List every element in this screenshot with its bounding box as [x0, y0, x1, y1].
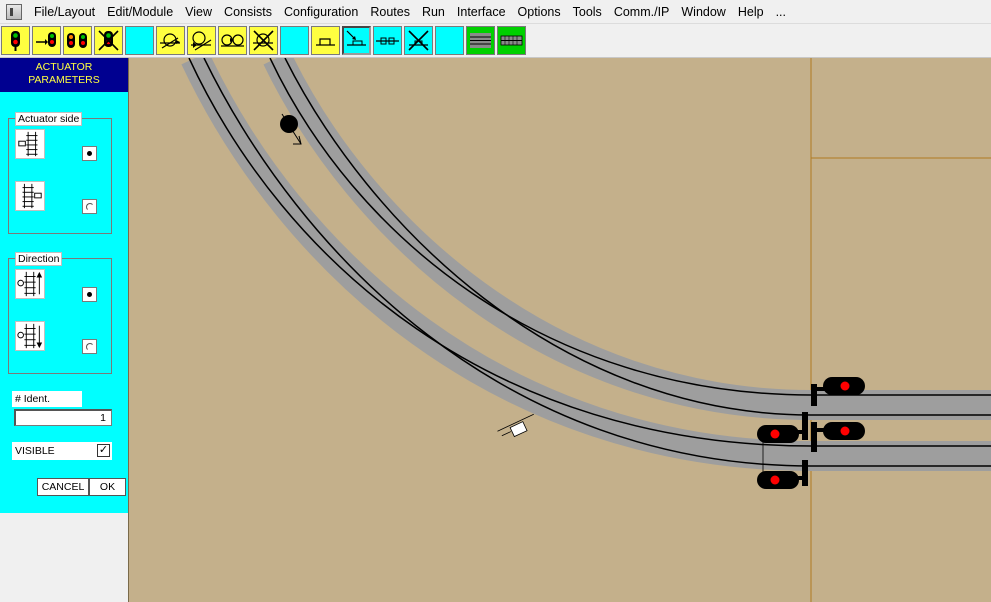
toolbar [0, 24, 991, 58]
turnout-double-tool-button[interactable] [218, 26, 247, 55]
turnout-delete-icon [253, 30, 274, 51]
track-panel-icon [500, 35, 523, 46]
ident-label: # Ident. [12, 391, 82, 407]
actuator-delete-tool-button[interactable] [404, 26, 433, 55]
actuator-parameters-panel: ACTUATOR PARAMETERS Actuator side Direct… [0, 58, 128, 513]
panel-empty-area [0, 513, 128, 602]
signal-block-tool-button[interactable] [32, 26, 61, 55]
menu-options[interactable]: Options [512, 0, 567, 24]
menu-view[interactable]: View [179, 0, 218, 24]
blank-tool-3-button[interactable] [435, 26, 464, 55]
turnout-delete-tool-button[interactable] [249, 26, 278, 55]
menu-consists[interactable]: Consists [218, 0, 278, 24]
visible-checkbox[interactable]: ✓ [97, 444, 110, 457]
turnout-motor-2-tool-button[interactable] [187, 26, 216, 55]
signal-2-aspect-icon [11, 31, 20, 51]
panel-title-line-2: PARAMETERS [28, 74, 100, 86]
signal-block-icon [36, 32, 56, 47]
blank-tool-1-button[interactable] [125, 26, 154, 55]
turnout-double-icon [221, 34, 244, 47]
track-layout-drawing [181, 58, 991, 602]
direction-group: Direction [8, 252, 112, 374]
menu-configuration[interactable]: Configuration [278, 0, 364, 24]
turnout-motor-icon [160, 33, 180, 49]
signal-3-aspect-icon [67, 33, 87, 48]
direction-up-radio[interactable] [82, 287, 97, 302]
inner-curved-track [263, 58, 991, 420]
ok-button[interactable]: OK [89, 478, 126, 496]
menu-bar: File/Layout Edit/Module View Consists Co… [0, 0, 991, 24]
actuator-icon [346, 30, 366, 46]
app-icon[interactable] [6, 3, 22, 20]
track-lines-icon [470, 33, 491, 48]
actuator-side-legend: Actuator side [15, 112, 83, 126]
actuator-side-right-radio[interactable] [82, 199, 97, 214]
panel-title-line-1: ACTUATOR [35, 61, 93, 73]
actuator-right-side-icon [15, 181, 45, 211]
track-lines-tool-button[interactable] [466, 26, 495, 55]
direction-down-icon [15, 321, 45, 351]
menu-tools[interactable]: Tools [567, 0, 608, 24]
actuator-side-left-radio[interactable] [82, 146, 97, 161]
actuator-left-side-icon [15, 129, 45, 159]
actuator-side-group: Actuator side [8, 112, 112, 234]
signal-delete-icon [98, 30, 119, 51]
layout-canvas[interactable] [128, 58, 991, 602]
turnout-motor-2-icon [191, 31, 212, 51]
isolator-tool-button[interactable] [373, 26, 402, 55]
direction-legend: Direction [15, 252, 63, 266]
visible-row: VISIBLE ✓ [12, 442, 112, 460]
menu-more[interactable]: ... [770, 0, 792, 24]
menu-file-layout[interactable]: File/Layout [28, 0, 101, 24]
actuator-marker-selected [497, 413, 534, 438]
menu-routes[interactable]: Routes [364, 0, 416, 24]
menu-interface[interactable]: Interface [451, 0, 512, 24]
isolator-icon [376, 37, 399, 45]
menu-run[interactable]: Run [416, 0, 451, 24]
signal-3-aspect-tool-button[interactable] [63, 26, 92, 55]
menu-edit-module[interactable]: Edit/Module [101, 0, 179, 24]
direction-down-radio[interactable] [82, 339, 97, 354]
bumper-icon [316, 38, 335, 46]
cancel-button[interactable]: CANCEL [37, 478, 89, 496]
actuator-delete-icon [408, 30, 429, 51]
visible-label: VISIBLE [15, 445, 55, 457]
actuator-tool-button[interactable] [342, 26, 371, 55]
menu-comm-ip[interactable]: Comm./IP [608, 0, 676, 24]
menu-window[interactable]: Window [675, 0, 731, 24]
ident-input[interactable]: 1 [14, 409, 112, 426]
blank-tool-2-button[interactable] [280, 26, 309, 55]
direction-up-icon [15, 269, 45, 299]
signal-2-aspect-tool-button[interactable] [1, 26, 30, 55]
bumper-tool-button[interactable] [311, 26, 340, 55]
turnout-motor-tool-button[interactable] [156, 26, 185, 55]
signal-delete-tool-button[interactable] [94, 26, 123, 55]
track-panel-tool-button[interactable] [497, 26, 526, 55]
menu-help[interactable]: Help [732, 0, 770, 24]
panel-title: ACTUATOR PARAMETERS [0, 58, 128, 92]
